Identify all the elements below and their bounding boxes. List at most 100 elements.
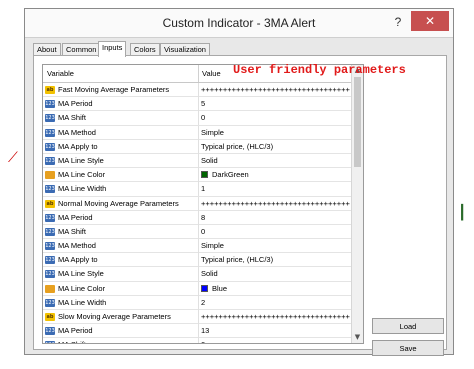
variable-value[interactable]: Blue — [201, 282, 351, 295]
title-bar: Custom Indicator - 3MA Alert ? ✕ — [25, 9, 453, 38]
cell-divider — [198, 295, 199, 310]
cell-divider — [198, 324, 199, 339]
table-row[interactable]: 123MA Shift0 — [43, 224, 353, 240]
cell-divider — [198, 83, 199, 97]
variable-value[interactable]: Simple — [201, 126, 351, 139]
variable-value[interactable]: ++++++++++++++++++++++++++++++++++ — [201, 310, 351, 323]
table-row[interactable]: 123 MA Line Style Solid — [43, 267, 353, 282]
help-button[interactable]: ? — [387, 13, 409, 31]
variable-value[interactable]: 0 — [201, 338, 351, 343]
variable-name: MA Shift — [58, 113, 86, 123]
tab-inputs[interactable]: Inputs — [98, 41, 127, 57]
close-button[interactable]: ✕ — [411, 11, 449, 31]
table-row[interactable]: 123 MA Period 8 — [43, 210, 353, 225]
table-row[interactable]: 123 MA Apply to Typical price, (HLC/3) — [43, 253, 353, 268]
variable-value[interactable]: Simple — [201, 239, 351, 252]
variable-value[interactable]: 2 — [201, 296, 351, 309]
table-row[interactable]: 123 MA Line Width 1 — [43, 182, 353, 197]
number-type-icon: 123 — [45, 185, 55, 194]
column-header-variable[interactable]: Variable — [47, 65, 74, 82]
column-header-value[interactable]: Value — [202, 65, 221, 82]
scroll-down-icon[interactable]: ▼ — [352, 332, 363, 343]
variable-name: MA Period — [58, 326, 93, 336]
table-row[interactable]: 123MA Shift0 — [43, 338, 353, 343]
variable-name: Normal Moving Average Parameters — [58, 198, 179, 208]
variable-name: MA Line Color — [58, 283, 106, 293]
vertical-scrollbar[interactable]: ▲ ▼ — [351, 65, 363, 343]
string-type-icon: ab — [45, 86, 55, 94]
variable-value[interactable]: 5 — [201, 97, 351, 110]
variable-name: Fast Moving Average Parameters — [58, 85, 170, 94]
color-swatch — [201, 171, 208, 179]
number-type-icon: 123 — [45, 327, 55, 336]
table-row[interactable]: MA Line Color Blue — [43, 281, 353, 296]
table-row[interactable]: ab Normal Moving Average Parameters ++++++… — [43, 196, 353, 211]
number-type-icon: 123 — [45, 156, 55, 165]
value-text: ++++++++++++++++++++++++++++++++++ — [201, 85, 350, 94]
cell-divider — [198, 224, 199, 239]
variable-value[interactable]: 13 — [201, 324, 351, 337]
annotation-overlay-text: User friendly parameters — [233, 63, 406, 77]
variable-value[interactable]: 8 — [201, 211, 351, 224]
cell-divider — [198, 210, 199, 225]
value-text: Solid — [201, 269, 218, 279]
variable-value[interactable]: Typical price, (HLC/3) — [201, 253, 351, 266]
value-text: Typical price, (HLC/3) — [201, 141, 274, 151]
cell-divider — [198, 97, 199, 112]
variable-name: Slow Moving Average Parameters — [58, 312, 171, 321]
cell-divider — [198, 253, 199, 268]
table-row[interactable]: 123 MA Period 5 — [43, 97, 353, 112]
cell-divider — [198, 196, 199, 211]
table-row[interactable]: 123 MA Apply to Typical price, (HLC/3) — [43, 139, 353, 154]
number-type-icon: 123 — [45, 100, 55, 109]
variable-name: MA Line Color — [58, 170, 106, 180]
number-type-icon: 123 — [45, 256, 55, 265]
chart-fragment-left: ⟋ — [8, 150, 18, 166]
column-divider[interactable] — [198, 65, 199, 82]
inputs-panel: Variable Value ab Fast Moving Average Par… — [33, 55, 447, 356]
variable-value[interactable]: ++++++++++++++++++++++++++++++++++ — [201, 83, 351, 96]
table-row[interactable]: ab Fast Moving Average Parameters ++++++++… — [43, 83, 353, 98]
number-type-icon: 123 — [45, 114, 55, 123]
variable-name: MA Apply to — [58, 255, 98, 265]
value-text: Typical price, (HLC/3) — [201, 255, 274, 265]
variable-name: MA Line Width — [58, 297, 107, 307]
variable-value[interactable]: 0 — [201, 225, 351, 238]
value-text: 0 — [201, 113, 206, 123]
variable-value[interactable]: Typical price, (HLC/3) — [201, 140, 351, 153]
table-row[interactable]: ab Slow Moving Average Parameters ++++++++… — [43, 310, 353, 325]
variable-value[interactable]: 1 — [201, 182, 351, 195]
cell-divider — [198, 153, 199, 168]
cell-divider — [198, 281, 199, 296]
number-type-icon: 123 — [45, 298, 55, 307]
value-text: 8 — [201, 212, 206, 222]
scrollbar-thumb[interactable] — [354, 77, 361, 167]
variable-name: MA Line Style — [58, 155, 104, 165]
variable-name: MA Shift — [58, 338, 198, 343]
cell-divider — [198, 182, 199, 197]
value-text: 5 — [201, 99, 206, 109]
variable-value[interactable]: ++++++++++++++++++++++++++++++++++ — [201, 197, 351, 210]
variable-value[interactable]: Solid — [201, 154, 351, 167]
table-row[interactable]: 123 MA Period 13 — [43, 324, 353, 339]
value-text: ++++++++++++++++++++++++++++++++++ — [201, 198, 350, 208]
variable-value[interactable]: DarkGreen — [201, 168, 351, 181]
variable-name: MA Period — [58, 212, 93, 222]
variable-name: MA Line Style — [58, 269, 104, 279]
cell-divider — [198, 139, 199, 154]
number-type-icon: 123 — [45, 128, 55, 137]
table-row[interactable]: MA Line Color DarkGreen — [43, 168, 353, 183]
cell-divider — [198, 168, 199, 183]
custom-indicator-dialog: Custom Indicator - 3MA Alert ? ✕ About C… — [24, 8, 454, 356]
load-button[interactable]: Load — [372, 318, 444, 334]
table-row[interactable]: 123 MA Method Simple — [43, 239, 353, 254]
variable-value[interactable]: Solid — [201, 267, 351, 280]
save-button[interactable]: Save — [372, 340, 444, 356]
table-row[interactable]: 123 MA Method Simple — [43, 125, 353, 140]
table-row[interactable]: 123 MA Line Style Solid — [43, 153, 353, 169]
variable-name: MA Method — [58, 127, 96, 137]
value-text: 13 — [201, 326, 210, 336]
table-row[interactable]: 123 MA Line Width 2 — [43, 295, 353, 310]
table-row[interactable]: 123MA Shift 0 — [43, 111, 353, 126]
variable-value[interactable]: 0 — [201, 111, 351, 124]
